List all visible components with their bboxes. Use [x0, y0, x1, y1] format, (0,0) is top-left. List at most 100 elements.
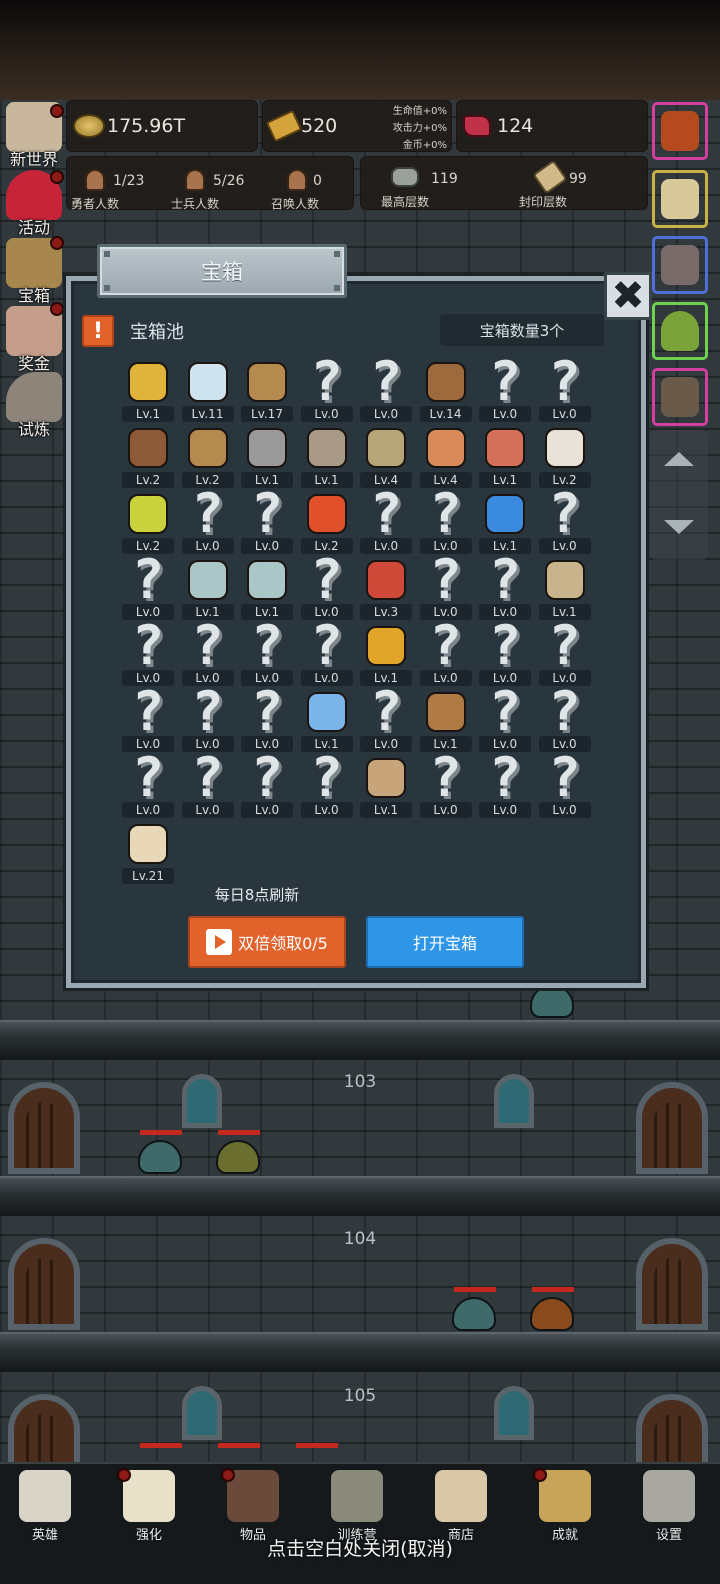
item-slot[interactable]: Lv.1	[475, 422, 535, 488]
item-slot[interactable]: ? Lv.0	[416, 487, 476, 554]
item-slot[interactable]: Lv.1	[535, 554, 595, 620]
magic-staff-icon	[303, 688, 351, 736]
question-mark-glyph: ?	[548, 350, 581, 413]
chest-pool-title: 宝箱池	[130, 322, 184, 343]
unknown-icon: ?	[184, 751, 232, 805]
item-slot[interactable]: Lv.21	[118, 818, 178, 884]
unknown-icon: ?	[481, 355, 529, 409]
item-slot[interactable]: ? Lv.0	[118, 751, 178, 818]
item-slot[interactable]: Lv.17	[237, 356, 297, 422]
red-vial-icon	[362, 556, 410, 604]
item-slot[interactable]: Lv.2	[535, 422, 595, 488]
events-button[interactable]: 活动	[2, 168, 66, 237]
hero-card[interactable]	[652, 302, 708, 360]
item-slot[interactable]: ? Lv.0	[297, 553, 357, 620]
item-slot[interactable]: Lv.1	[356, 752, 416, 818]
hp-bonus: 生命值+0%	[392, 106, 447, 117]
item-slot[interactable]: ? Lv.0	[178, 487, 238, 554]
item-slot[interactable]: Lv.2	[297, 488, 357, 554]
item-slot[interactable]: ? Lv.0	[416, 619, 476, 686]
item-slot[interactable]: Lv.1	[475, 488, 535, 554]
item-sprite	[187, 560, 228, 600]
item-slot[interactable]: ? Lv.0	[356, 487, 416, 554]
alert-icon[interactable]: !	[82, 315, 114, 347]
question-mark-glyph: ?	[250, 614, 284, 677]
item-slot[interactable]: ? Lv.0	[535, 746, 595, 818]
scroll-down-icon[interactable]	[664, 520, 694, 534]
item-slot[interactable]: ? Lv.0	[297, 619, 357, 686]
item-slot[interactable]: Lv.1	[237, 554, 297, 620]
unknown-icon: ?	[243, 614, 291, 677]
item-slot[interactable]: Lv.2	[118, 422, 178, 488]
heroes-count: 1/23	[113, 173, 145, 189]
item-sprite	[187, 362, 228, 402]
chest-button[interactable]: 宝箱	[2, 236, 66, 305]
item-slot[interactable]: ? Lv.0	[475, 619, 535, 686]
item-slot[interactable]: ? Lv.0	[118, 619, 178, 686]
item-slot[interactable]: Lv.1	[178, 554, 238, 620]
hero-card[interactable]	[652, 170, 708, 228]
item-slot[interactable]: ? Lv.0	[535, 350, 595, 422]
item-slot[interactable]: ? Lv.0	[356, 685, 416, 752]
item-slot[interactable]: ? Lv.0	[475, 553, 535, 620]
item-slot[interactable]: ? Lv.0	[237, 751, 297, 818]
item-slot[interactable]: ? Lv.0	[475, 355, 535, 422]
double-claim-button[interactable]: 双倍领取0/5	[188, 916, 346, 968]
item-slot[interactable]: ? Lv.0	[416, 553, 476, 620]
open-chest-button[interactable]: 打开宝箱	[366, 916, 524, 968]
hero-card[interactable]	[652, 368, 708, 426]
item-slot[interactable]: ? Lv.0	[118, 685, 178, 752]
close-button[interactable]: ✖	[604, 272, 652, 320]
attack-bonus: 攻击力+0%	[392, 123, 447, 134]
item-slot[interactable]: Lv.4	[416, 422, 476, 488]
unknown-icon: ?	[362, 685, 410, 739]
trial-button[interactable]: 试炼	[2, 370, 66, 439]
item-slot[interactable]: Lv.1	[416, 686, 476, 752]
item-slot[interactable]: ? Lv.0	[535, 487, 595, 554]
item-slot[interactable]: ? Lv.0	[178, 680, 238, 752]
item-slot[interactable]: ? Lv.0	[535, 619, 595, 686]
item-slot[interactable]: Lv.1	[237, 422, 297, 488]
item-slot[interactable]: ? Lv.0	[356, 355, 416, 422]
unit-count-panel: 1/23 勇者人数 5/26 士兵人数 0 召唤人数	[66, 156, 354, 211]
item-slot[interactable]: ? Lv.0	[475, 685, 535, 752]
item-slot[interactable]: Lv.4	[356, 422, 416, 488]
item-level: Lv.0	[122, 802, 174, 818]
floor-number: 105	[343, 1386, 377, 1406]
enemy-hp-bar	[140, 1130, 182, 1135]
item-slot[interactable]: ? Lv.0	[237, 614, 297, 686]
item-slot[interactable]: ? Lv.0	[237, 685, 297, 752]
gold-panel: 175.96T	[66, 100, 258, 152]
unknown-icon: ?	[124, 685, 172, 739]
item-slot[interactable]: Lv.2	[178, 422, 238, 488]
item-slot[interactable]: ? Lv.0	[416, 751, 476, 818]
reward-button[interactable]: 奖金	[2, 302, 66, 373]
rice-bowl-icon	[541, 424, 589, 472]
scroll-up-icon[interactable]	[664, 452, 694, 466]
item-slot[interactable]: ? Lv.0	[297, 355, 357, 422]
item-level: Lv.0	[181, 538, 234, 554]
question-mark-glyph: ?	[548, 746, 581, 809]
unknown-icon: ?	[124, 619, 172, 673]
item-slot[interactable]: Lv.1	[118, 356, 178, 422]
item-slot[interactable]: Lv.3	[356, 554, 416, 620]
item-slot[interactable]: ? Lv.0	[475, 751, 535, 818]
item-slot[interactable]: Lv.1	[297, 422, 357, 488]
new-world-button[interactable]: 新世界	[2, 100, 66, 169]
item-slot[interactable]: ? Lv.0	[118, 553, 178, 620]
item-slot[interactable]: ? Lv.0	[535, 685, 595, 752]
item-slot[interactable]: Lv.2	[118, 488, 178, 554]
question-mark-glyph: ?	[191, 680, 224, 743]
item-slot[interactable]: ? Lv.0	[178, 619, 238, 686]
item-sprite	[306, 428, 347, 468]
close-hint[interactable]: 点击空白处关闭(取消)	[0, 1534, 720, 1561]
item-slot[interactable]: Lv.1	[297, 686, 357, 752]
item-slot[interactable]: ? Lv.0	[297, 751, 357, 818]
item-slot[interactable]: Lv.1	[356, 620, 416, 686]
hero-card[interactable]	[652, 236, 708, 294]
hero-card[interactable]	[652, 102, 708, 160]
item-slot[interactable]: Lv.11	[178, 356, 238, 422]
item-slot[interactable]: ? Lv.0	[178, 751, 238, 818]
item-slot[interactable]: Lv.14	[416, 356, 476, 422]
item-slot[interactable]: ? Lv.0	[237, 487, 297, 554]
